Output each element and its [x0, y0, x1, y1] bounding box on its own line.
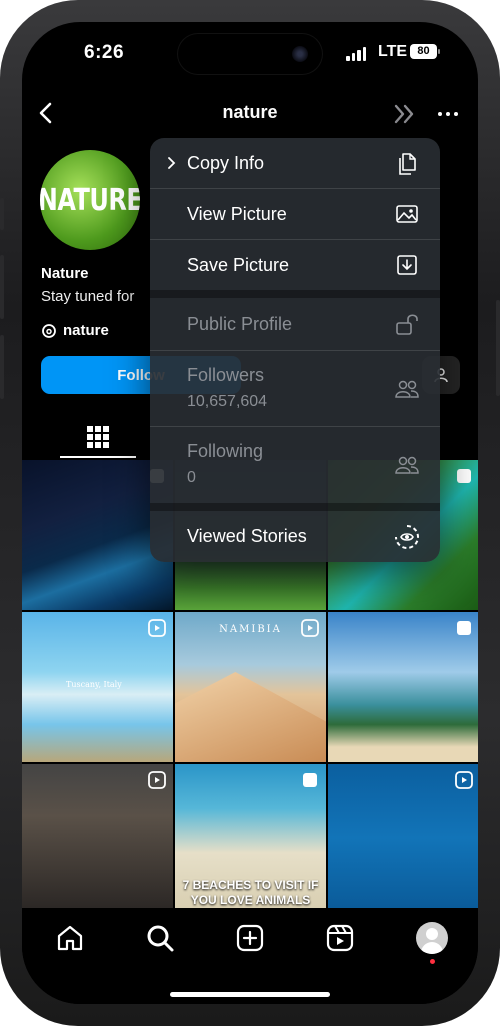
reel-icon	[148, 771, 166, 789]
home-indicator	[170, 992, 330, 997]
chevron-right-icon	[168, 157, 176, 169]
menu-item-following[interactable]: Following 0	[150, 427, 440, 503]
threads-icon	[42, 323, 56, 338]
menu-item-view-picture[interactable]: View Picture	[150, 189, 440, 239]
menu-item-label: Save Picture	[187, 254, 290, 275]
image-icon	[396, 205, 418, 223]
reel-icon	[148, 619, 166, 637]
double-chevron-icon[interactable]	[392, 100, 420, 128]
volume-up-button	[0, 255, 4, 319]
menu-item-label: Copy Info	[187, 152, 265, 173]
profile-name: Nature	[41, 265, 89, 282]
menu-item-label: Following	[187, 441, 264, 461]
mute-switch	[0, 198, 4, 230]
followers-count: 10,657,604	[187, 393, 268, 410]
menu-item-followers[interactable]: Followers 10,657,604	[150, 351, 440, 426]
download-icon	[397, 255, 417, 275]
reel-icon	[455, 771, 473, 789]
post-caption: Tuscany, Italy	[66, 680, 122, 689]
volume-down-button	[0, 335, 4, 399]
grid-icon	[87, 426, 109, 448]
post-tile[interactable]	[22, 764, 173, 912]
post-tile[interactable]: 7 BEACHES TO VISIT IF YOU LOVE ANIMALS	[175, 764, 326, 912]
screen: 6:26 LTE 80 nature NATURE Nature Stay tu…	[22, 22, 478, 1004]
menu-item-copy-info[interactable]: Copy Info	[150, 138, 440, 188]
context-menu: Copy Info View Picture Save Picture Publ…	[150, 138, 440, 562]
create-post-icon[interactable]	[234, 922, 266, 954]
menu-item-public-profile[interactable]: Public Profile	[150, 298, 440, 350]
threads-link[interactable]: nature	[41, 322, 109, 339]
menu-item-label: Followers	[187, 365, 265, 385]
menu-item-viewed-stories[interactable]: Viewed Stories	[150, 511, 440, 562]
camera-icon	[292, 46, 308, 62]
carousel-icon	[303, 773, 317, 787]
more-options-icon[interactable]	[434, 100, 462, 128]
power-button	[496, 300, 500, 396]
signal-icon	[346, 47, 366, 61]
reel-icon	[301, 619, 319, 637]
post-tile[interactable]	[328, 764, 478, 912]
status-time: 6:26	[84, 42, 125, 63]
post-caption: 7 BEACHES TO VISIT IF YOU LOVE ANIMALS	[182, 878, 319, 907]
dune-shape	[175, 672, 326, 762]
post-tile[interactable]	[328, 612, 478, 762]
bottom-tab-bar	[22, 908, 478, 1004]
notification-dot	[430, 959, 435, 964]
post-tile[interactable]: NAMIBIA	[175, 612, 326, 762]
tab-posts-grid[interactable]	[60, 418, 136, 458]
status-bar: 6:26 LTE 80	[22, 22, 478, 92]
following-count: 0	[187, 469, 196, 486]
top-bar: nature	[22, 94, 478, 134]
people-icon	[395, 380, 419, 398]
profile-avatar[interactable]: NATURE	[40, 150, 140, 250]
reels-icon[interactable]	[324, 922, 356, 954]
copy-icon	[399, 153, 416, 175]
battery-icon: 80	[410, 44, 440, 59]
network-type: LTE	[378, 43, 408, 60]
menu-item-save-picture[interactable]: Save Picture	[150, 240, 440, 290]
carousel-icon	[457, 469, 471, 483]
profile-bio: Stay tuned for	[41, 288, 135, 305]
dynamic-island	[178, 34, 322, 74]
menu-item-label: Viewed Stories	[187, 526, 307, 546]
post-tile[interactable]: Tuscany, Italy	[22, 612, 173, 762]
story-eye-icon	[395, 524, 419, 549]
menu-item-label: Public Profile	[187, 313, 293, 334]
carousel-icon	[457, 621, 471, 635]
profile-tab-avatar[interactable]	[416, 922, 448, 954]
menu-item-label: View Picture	[187, 203, 287, 224]
unlock-icon	[396, 314, 418, 335]
avatar-logo-text: NATURE	[40, 182, 140, 218]
people-icon	[395, 456, 419, 474]
search-icon[interactable]	[144, 922, 176, 954]
home-icon[interactable]	[54, 922, 86, 954]
threads-handle: nature	[63, 322, 109, 339]
